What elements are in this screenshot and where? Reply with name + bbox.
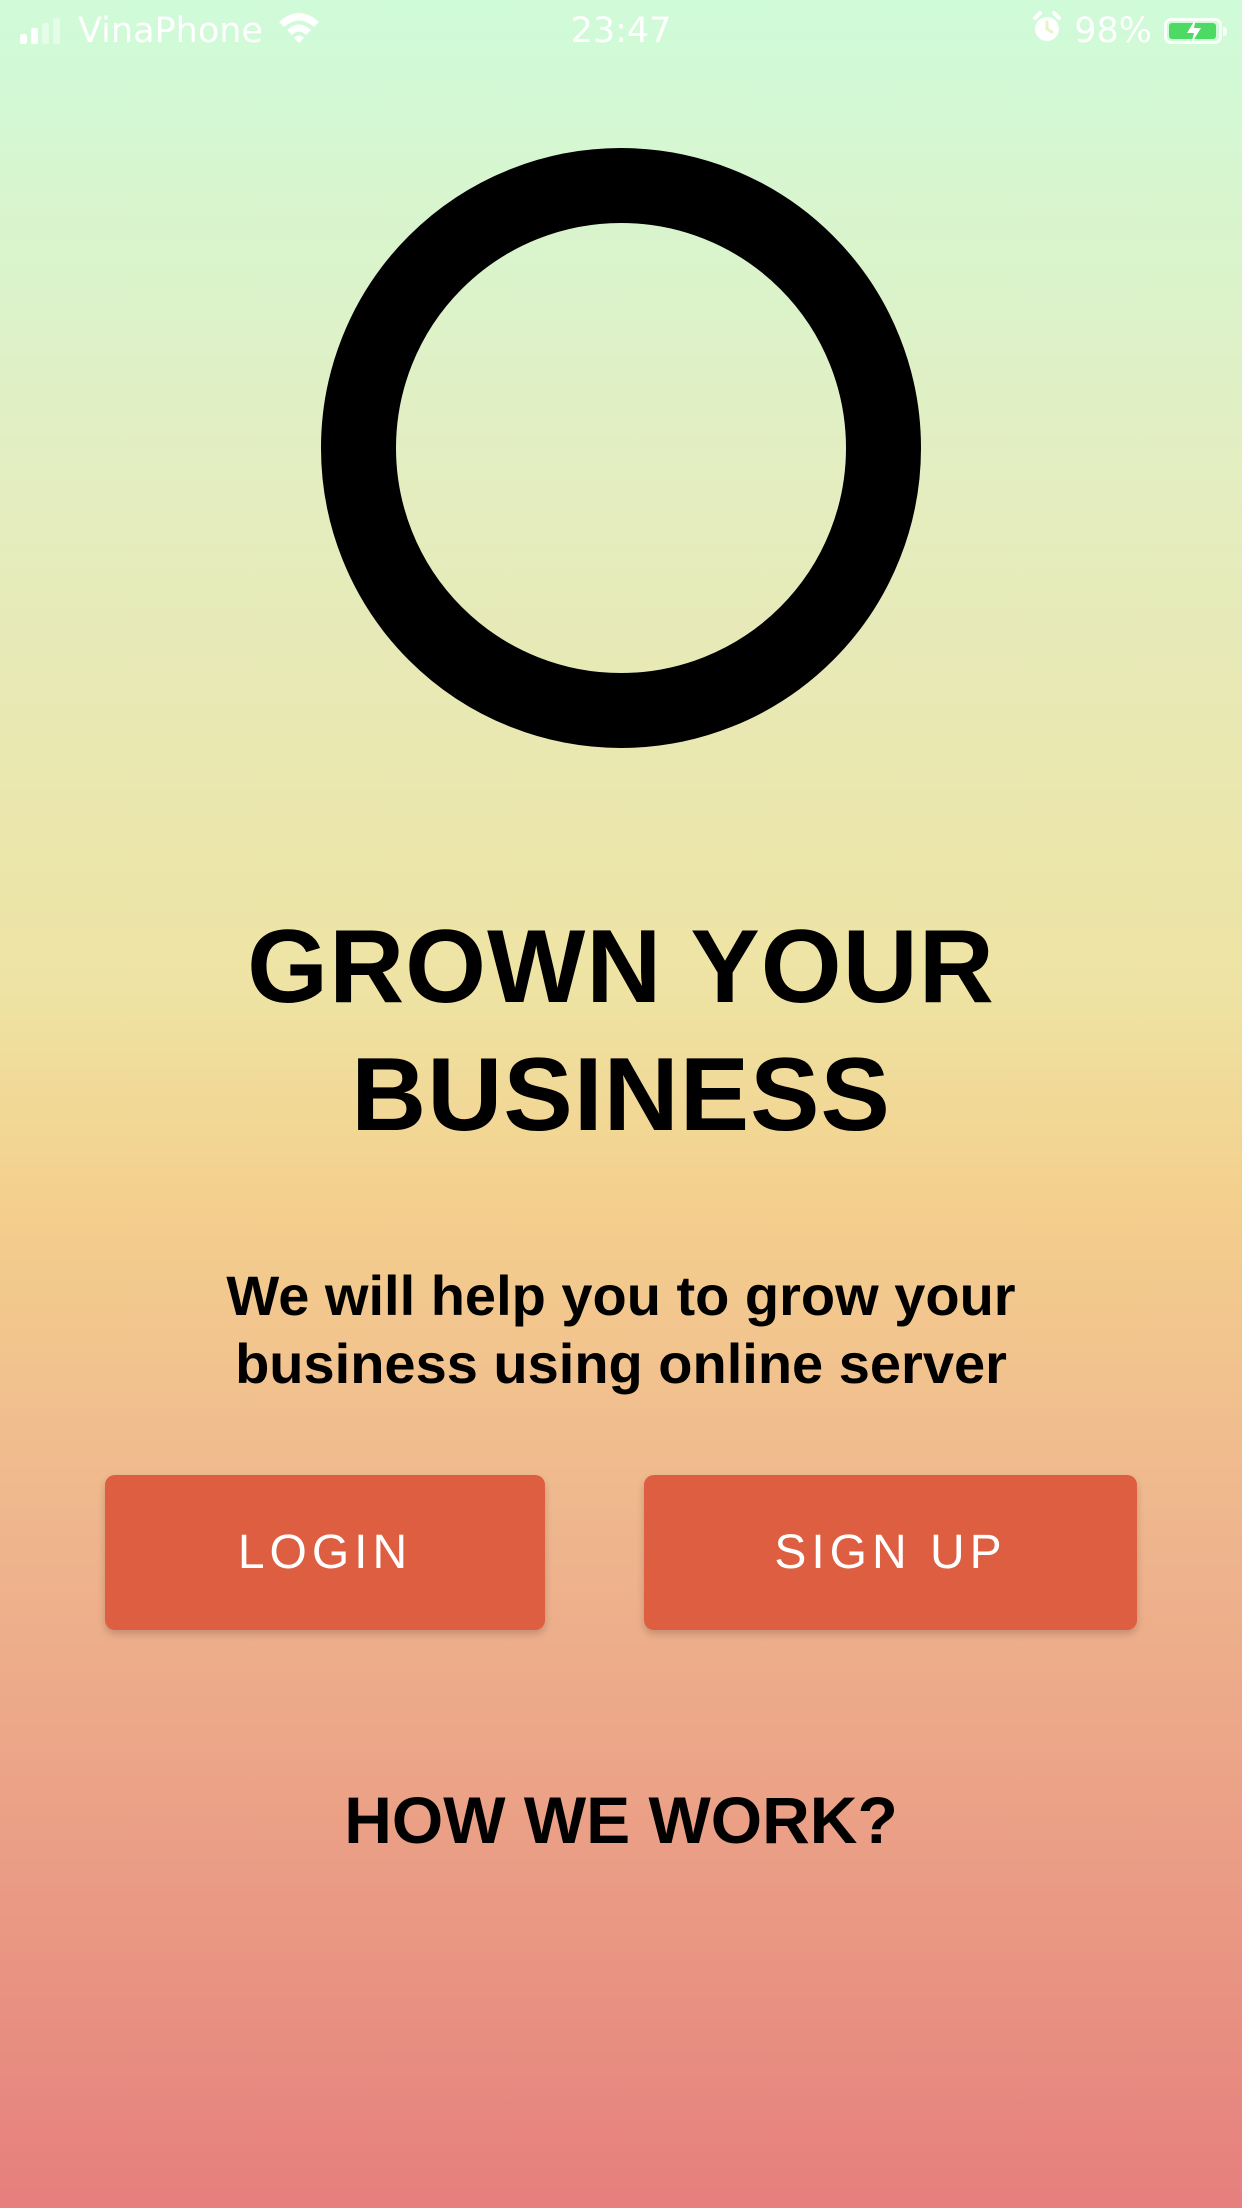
charging-bolt-icon: [1187, 18, 1201, 44]
page-title: GROWN YOUR BUSINESS: [0, 903, 1242, 1159]
title-line-2: BUSINESS: [351, 1037, 891, 1153]
ring-logo-icon: [321, 148, 921, 748]
battery-cap: [1223, 27, 1227, 36]
alarm-icon: [1032, 10, 1062, 52]
title-line-1: GROWN YOUR: [247, 909, 995, 1025]
battery-percent: 98%: [1074, 11, 1152, 51]
how-we-work-link[interactable]: HOW WE WORK?: [0, 1780, 1242, 1860]
tagline-line-1: We will help you to grow your: [226, 1264, 1016, 1327]
status-bar: VinaPhone 23:47 98%: [0, 0, 1242, 62]
signup-button[interactable]: SIGN UP: [644, 1475, 1137, 1630]
battery-charging-icon: [1164, 18, 1227, 44]
tagline-line-2: business using online server: [235, 1332, 1007, 1395]
tagline: We will help you to grow your business u…: [0, 1262, 1242, 1398]
status-right: 98%: [1032, 10, 1227, 52]
login-button[interactable]: LOGIN: [105, 1475, 545, 1630]
